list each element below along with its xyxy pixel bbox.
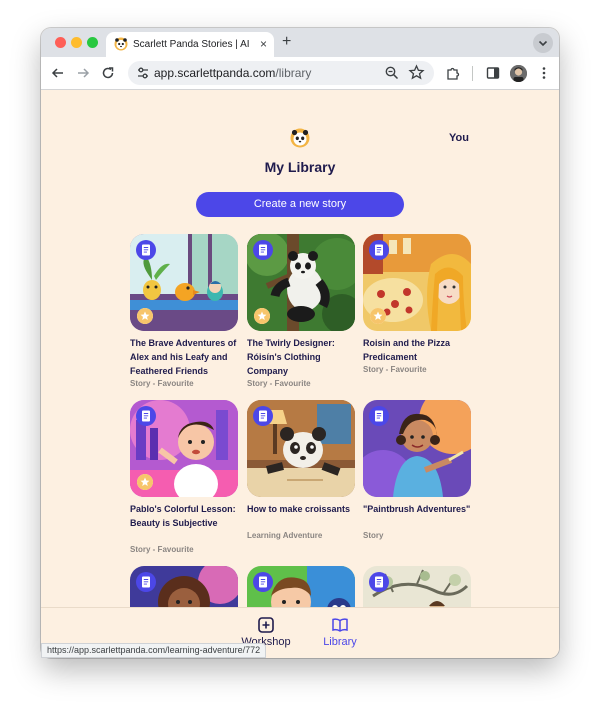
document-icon bbox=[369, 240, 389, 260]
zoom-icon[interactable] bbox=[384, 65, 400, 81]
add-box-icon bbox=[258, 617, 274, 633]
story-title[interactable]: Pablo's Colorful Lesson: Beauty is Subje… bbox=[130, 502, 240, 530]
story-meta: Story bbox=[363, 531, 384, 540]
story-meta: Story - Favourite bbox=[247, 379, 311, 388]
document-icon bbox=[136, 572, 156, 592]
star-badge-icon bbox=[137, 474, 153, 490]
tab-search-button[interactable] bbox=[533, 33, 553, 53]
panda-favicon-icon bbox=[114, 37, 128, 51]
panda-logo-icon[interactable] bbox=[290, 128, 310, 148]
link-status-bar: https://app.scarlettpanda.com/learning-a… bbox=[41, 643, 267, 658]
url-path: /library bbox=[275, 66, 312, 80]
document-icon bbox=[136, 240, 156, 260]
nav-library-label: Library bbox=[323, 636, 357, 648]
chevron-down-icon bbox=[538, 40, 548, 47]
story-meta: Story - Favourite bbox=[130, 545, 194, 554]
story-thumbnail[interactable] bbox=[130, 400, 238, 497]
arrow-left-icon[interactable] bbox=[50, 65, 66, 81]
story-thumbnail[interactable] bbox=[247, 234, 355, 331]
story-thumbnail[interactable] bbox=[363, 400, 471, 497]
story-title[interactable]: Roisin and the Pizza Predicament bbox=[363, 336, 473, 364]
document-icon bbox=[253, 406, 273, 426]
document-icon bbox=[253, 572, 273, 592]
tab-strip: Scarlett Panda Stories | AI Ge × + bbox=[41, 28, 559, 57]
url-text: app.scarlettpanda.com/library bbox=[154, 66, 311, 80]
story-title[interactable]: The Brave Adventures of Alex and his Lea… bbox=[130, 336, 240, 378]
tune-icon[interactable] bbox=[136, 66, 150, 80]
new-tab-button[interactable]: + bbox=[282, 33, 291, 51]
tab-close-icon[interactable]: × bbox=[260, 37, 267, 51]
kebab-menu-icon[interactable] bbox=[536, 65, 552, 81]
nav-library[interactable]: Library bbox=[305, 616, 375, 648]
story-meta: Story - Favourite bbox=[130, 379, 194, 388]
maximize-window-button[interactable] bbox=[87, 37, 98, 48]
story-title[interactable]: "Paintbrush Adventures" bbox=[363, 502, 473, 516]
star-badge-icon bbox=[137, 308, 153, 324]
story-meta: Story - Favourite bbox=[363, 365, 427, 374]
active-tab[interactable]: Scarlett Panda Stories | AI Ge × bbox=[106, 32, 274, 57]
reload-icon[interactable] bbox=[100, 65, 116, 81]
address-bar[interactable]: app.scarlettpanda.com/library bbox=[128, 61, 434, 85]
story-title[interactable]: The Twirly Designer: Róisín's Clothing C… bbox=[247, 336, 357, 378]
puzzle-icon[interactable] bbox=[445, 65, 461, 81]
document-icon bbox=[369, 406, 389, 426]
story-title[interactable]: How to make croissants bbox=[247, 502, 357, 516]
toolbar-divider bbox=[472, 66, 473, 81]
document-icon bbox=[136, 406, 156, 426]
star-badge-icon bbox=[370, 308, 386, 324]
side-panel-icon[interactable] bbox=[485, 65, 501, 81]
browser-window: Scarlett Panda Stories | AI Ge × + bbox=[41, 28, 559, 658]
tab-title: Scarlett Panda Stories | AI Ge bbox=[133, 39, 251, 50]
profile-avatar[interactable] bbox=[510, 65, 527, 82]
story-thumbnail[interactable] bbox=[247, 400, 355, 497]
document-icon bbox=[253, 240, 273, 260]
browser-toolbar: app.scarlettpanda.com/library bbox=[41, 57, 559, 90]
account-link[interactable]: You bbox=[449, 132, 469, 144]
story-meta: Learning Adventure bbox=[247, 531, 323, 540]
create-story-button[interactable]: Create a new story bbox=[196, 192, 404, 217]
minimize-window-button[interactable] bbox=[71, 37, 82, 48]
url-host: app.scarlettpanda.com bbox=[154, 66, 276, 80]
library-page: You My Library Create a new story The Br… bbox=[41, 90, 559, 658]
star-icon[interactable] bbox=[408, 64, 425, 81]
story-thumbnail[interactable] bbox=[363, 234, 471, 331]
star-badge-icon bbox=[254, 308, 270, 324]
profile-photo bbox=[510, 65, 527, 82]
page-title: My Library bbox=[264, 159, 336, 175]
close-window-button[interactable] bbox=[55, 37, 66, 48]
open-book-icon bbox=[332, 618, 348, 632]
story-thumbnail[interactable] bbox=[130, 234, 238, 331]
arrow-right-icon[interactable] bbox=[75, 65, 91, 81]
document-icon bbox=[369, 572, 389, 592]
desktop: Scarlett Panda Stories | AI Ge × + bbox=[0, 0, 600, 713]
